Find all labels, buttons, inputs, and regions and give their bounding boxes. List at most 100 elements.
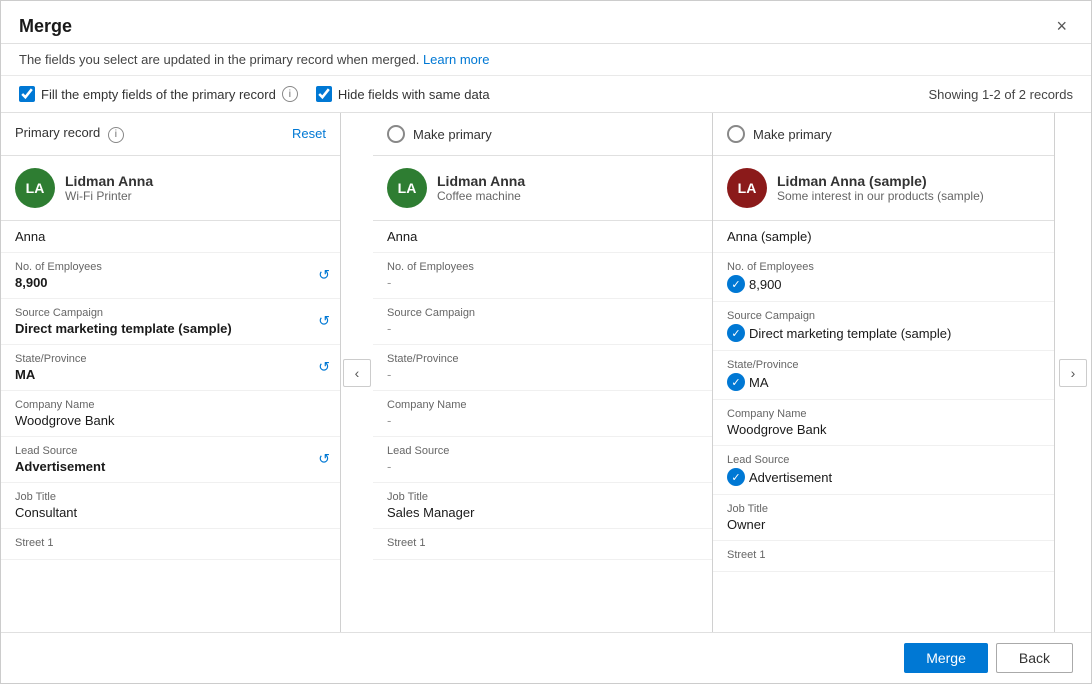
col2-company-label: Company Name <box>387 399 698 411</box>
col2-employees-value: - <box>387 275 698 290</box>
col1-record-info: Lidman Anna Wi-Fi Printer <box>65 173 153 203</box>
hide-same-checkbox[interactable] <box>316 86 332 102</box>
col3-campaign-row[interactable]: Source Campaign ✓ Direct marketing templ… <box>713 302 1054 351</box>
col3-state-row-value: ✓ MA <box>727 373 1040 391</box>
fill-empty-info-icon[interactable]: i <box>282 86 298 102</box>
col1-employees-value: 8,900 <box>15 275 326 290</box>
merge-dialog: Merge × The fields you select are update… <box>0 0 1092 684</box>
col2-campaign-label: Source Campaign <box>387 307 698 319</box>
col3-company-value: Woodgrove Bank <box>727 422 1040 437</box>
col3-leadsource-row-value: ✓ Advertisement <box>727 468 1040 486</box>
col1-firstname: Anna <box>15 229 326 244</box>
chevron-left-icon: ‹ <box>355 365 360 381</box>
dialog-header: Merge × <box>1 1 1091 44</box>
col3-employees-value: 8,900 <box>749 277 782 292</box>
col1-firstname-row: Anna <box>1 221 340 253</box>
col1-record-name: Lidman Anna <box>65 173 153 189</box>
dialog-footer: Merge Back <box>1 632 1091 683</box>
col1-avatar: LA <box>15 168 55 208</box>
col2-street-label: Street 1 <box>387 537 698 549</box>
col3-employees-row[interactable]: No. of Employees ✓ 8,900 <box>713 253 1054 302</box>
col1-campaign-row: Source Campaign Direct marketing templat… <box>1 299 340 345</box>
col2-jobtitle-value: Sales Manager <box>387 505 698 520</box>
col3-jobtitle-row: Job Title Owner <box>713 495 1054 541</box>
col2-leadsource-value: - <box>387 459 698 474</box>
col2-campaign-row: Source Campaign - <box>373 299 712 345</box>
col2-campaign-value: - <box>387 321 698 336</box>
col3-leadsource-row[interactable]: Lead Source ✓ Advertisement <box>713 446 1054 495</box>
col3-record-sub: Some interest in our products (sample) <box>777 189 984 203</box>
col3-street-label: Street 1 <box>727 549 1040 561</box>
col1-leadsource-reset-icon[interactable]: ↺ <box>318 451 330 468</box>
col3-radio[interactable] <box>727 125 745 143</box>
records-count: Showing 1-2 of 2 records <box>928 87 1073 102</box>
col1-campaign-label: Source Campaign <box>15 307 326 319</box>
col3-leadsource-label: Lead Source <box>727 454 1040 466</box>
col3-leadsource-value: Advertisement <box>749 470 832 485</box>
col1-state-row: State/Province MA ↺ <box>1 345 340 391</box>
col2-radio[interactable] <box>387 125 405 143</box>
col1-state-reset-icon[interactable]: ↺ <box>318 359 330 376</box>
chevron-right-icon: › <box>1071 365 1076 381</box>
col3-campaign-check-icon: ✓ <box>727 324 745 342</box>
dialog-subtitle: The fields you select are updated in the… <box>1 44 1091 76</box>
col3-firstname-row: Anna (sample) <box>713 221 1054 253</box>
col1-leadsource-label: Lead Source <box>15 445 326 457</box>
back-button[interactable]: Back <box>996 643 1073 673</box>
col3-record-info: Lidman Anna (sample) Some interest in ou… <box>777 173 984 203</box>
col2-firstname-row: Anna <box>373 221 712 253</box>
col3-campaign-value: Direct marketing template (sample) <box>749 326 951 341</box>
col1-record-card: LA Lidman Anna Wi-Fi Printer <box>1 156 340 221</box>
hide-same-checkbox-label[interactable]: Hide fields with same data <box>316 86 490 102</box>
learn-more-link[interactable]: Learn more <box>423 52 489 67</box>
col1-company-row: Company Name Woodgrove Bank <box>1 391 340 437</box>
col1-jobtitle-label: Job Title <box>15 491 326 503</box>
close-button[interactable]: × <box>1050 15 1073 37</box>
col1-campaign-reset-icon[interactable]: ↺ <box>318 313 330 330</box>
col2-street-row: Street 1 <box>373 529 712 560</box>
col1-campaign-value: Direct marketing template (sample) <box>15 321 326 336</box>
col3-company-label: Company Name <box>727 408 1040 420</box>
col3-jobtitle-label: Job Title <box>727 503 1040 515</box>
col1-leadsource-value: Advertisement <box>15 459 326 474</box>
merge-button[interactable]: Merge <box>904 643 988 673</box>
col1-company-value: Woodgrove Bank <box>15 413 326 428</box>
reset-link[interactable]: Reset <box>292 126 326 141</box>
nav-arrow-left[interactable]: ‹ <box>343 359 371 387</box>
col3-leadsource-check-icon: ✓ <box>727 468 745 486</box>
columns-area: Primary record i Reset LA Lidman Anna Wi… <box>1 113 1091 632</box>
col1-employees-row: No. of Employees 8,900 ↺ <box>1 253 340 299</box>
col1-header: Primary record i Reset <box>1 113 340 156</box>
col2-record-info: Lidman Anna Coffee machine <box>437 173 525 203</box>
fill-empty-checkbox-label[interactable]: Fill the empty fields of the primary rec… <box>19 86 298 102</box>
col3-state-label: State/Province <box>727 359 1040 371</box>
fill-empty-checkbox[interactable] <box>19 86 35 102</box>
col3-state-check-icon: ✓ <box>727 373 745 391</box>
nav-arrow-right[interactable]: › <box>1059 359 1087 387</box>
primary-record-info-icon[interactable]: i <box>108 127 124 143</box>
col1-employees-label: No. of Employees <box>15 261 326 273</box>
col2-record-name: Lidman Anna <box>437 173 525 189</box>
primary-record-label: Primary record i <box>15 125 124 143</box>
col2-header: Make primary <box>373 113 712 156</box>
col2-state-row: State/Province - <box>373 345 712 391</box>
col2-state-value: - <box>387 367 698 382</box>
col2-jobtitle-row: Job Title Sales Manager <box>373 483 712 529</box>
col3-street-row: Street 1 <box>713 541 1054 572</box>
dialog-title: Merge <box>19 16 72 37</box>
col2-header-label: Make primary <box>413 127 492 142</box>
col3-jobtitle-value: Owner <box>727 517 1040 532</box>
col1-leadsource-row: Lead Source Advertisement ↺ <box>1 437 340 483</box>
col2-avatar: LA <box>387 168 427 208</box>
col1-employees-reset-icon[interactable]: ↺ <box>318 267 330 284</box>
col2-company-value: - <box>387 413 698 428</box>
col3-header: Make primary <box>713 113 1054 156</box>
col3-record-name: Lidman Anna (sample) <box>777 173 984 189</box>
col3-campaign-label: Source Campaign <box>727 310 1040 322</box>
column-primary: Primary record i Reset LA Lidman Anna Wi… <box>1 113 341 632</box>
column-make-primary-2: Make primary LA Lidman Anna (sample) Som… <box>713 113 1055 632</box>
col2-record-sub: Coffee machine <box>437 189 525 203</box>
col1-street-label: Street 1 <box>15 537 326 549</box>
col3-state-row[interactable]: State/Province ✓ MA <box>713 351 1054 400</box>
col1-company-label: Company Name <box>15 399 326 411</box>
